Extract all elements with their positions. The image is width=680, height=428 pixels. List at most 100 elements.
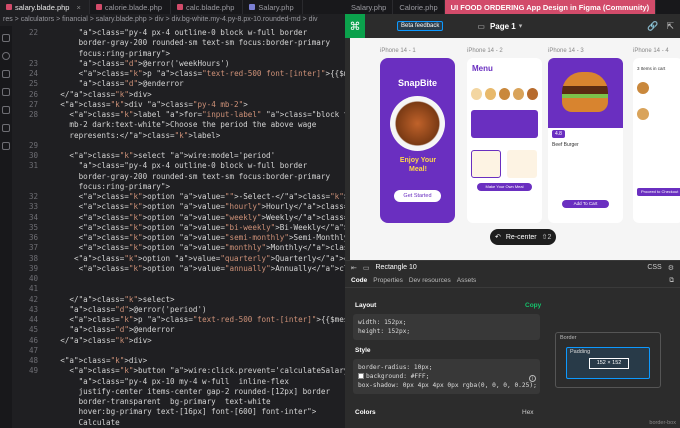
tab-dev-resources[interactable]: Dev resources [409,277,451,284]
run-debug-icon[interactable] [2,88,10,96]
frame-label[interactable]: iPhone 14 - 4 [633,48,669,54]
code-line[interactable]: <"a">class="k">option "a">value="weekly"… [42,213,345,223]
editor-tab-calc-blade[interactable]: calc.blade.php [171,0,244,14]
recenter-button[interactable]: ↶ Re-center ⇧2 [490,229,557,245]
code-line[interactable]: <"a">class="k">p "a">class="text-red-500… [42,69,345,79]
php-file-icon [249,4,256,10]
frame-label[interactable]: iPhone 14 - 3 [548,48,584,54]
figma-canvas[interactable]: iPhone 14 - 1 iPhone 14 - 2 iPhone 14 - … [350,38,680,260]
code-line[interactable]: focus:ring-primary"> [42,182,170,192]
code-line[interactable]: "a">class="d">@error('period') [42,305,206,315]
settings-icon[interactable]: ⚙ [668,264,674,272]
testing-icon[interactable] [2,142,10,150]
add-to-cart-button[interactable]: Add To Cart [562,200,609,208]
code-line[interactable]: "a">class="d">@enderror [42,79,184,89]
code-line[interactable]: <"a">class="k">select "a">wire:model='pe… [42,151,275,161]
product-name: Beef Burger [552,142,579,148]
code-line[interactable]: mb-2 dark:text-white">Choose the period … [42,120,316,130]
code-line[interactable]: <"a">class="k">option "a">value="annuall… [42,264,345,274]
frame-product[interactable]: 4.8 Beef Burger Add To Cart [548,58,623,223]
menu-title: Menu [472,64,493,73]
tab-calorie-php[interactable]: Calorie.php [393,0,445,14]
code-line[interactable]: <"a">class="k">option "a">value="semi-mo… [42,233,345,243]
frame-label[interactable]: iPhone 14 - 2 [467,48,503,54]
frame-splash[interactable]: SnapBite Enjoy Your Meal! Get Started [380,58,455,223]
format-select[interactable]: CSS [647,264,661,271]
plugin-icon[interactable]: ⧉ [669,277,674,285]
code-line[interactable]: "a">class="py-4 px-10 my-4 w-full inline… [42,377,289,387]
code-line[interactable]: <"a">class="k">option "a">value="">-Sele… [42,192,345,202]
info-icon[interactable]: i [529,375,536,382]
line-number: 30 [28,151,38,160]
code-line[interactable]: <"a">class="k">option "a">value="bi-week… [42,223,345,233]
recenter-shortcut: ⇧2 [541,234,552,241]
code-line[interactable]: "a">class="d">@enderror [42,325,174,335]
remote-icon[interactable] [2,124,10,132]
tab-properties[interactable]: Properties [373,277,403,284]
code-line[interactable]: <"a">class="k">label "a">for="input-labe… [42,110,345,120]
color-format-select[interactable]: Hex [522,409,534,416]
frame-label[interactable]: iPhone 14 - 1 [380,48,416,54]
editor-tab-salary-blade[interactable]: salary.blade.php × [0,0,90,14]
code-line[interactable]: represents:</"a">class="k">label> [42,131,220,141]
breadcrumb[interactable]: res > calculators > financial > salary.b… [0,14,345,26]
code-line[interactable]: </"a">class="k">div> [42,90,151,100]
close-icon[interactable]: × [76,3,80,12]
checkout-button[interactable]: Proceed to Checkout [637,188,680,196]
frame-cart[interactable]: 3 Items in cart Proceed to Checkout [633,58,680,223]
editor-tab-label: Salary.php [258,3,294,12]
style-code[interactable]: border-radius: 10px; background: #FFF; b… [353,359,540,394]
code-line[interactable]: <"a">class="k">p "a">class="text-red-500… [42,315,345,325]
explorer-icon[interactable] [2,34,10,42]
make-meal-button[interactable]: Make Your Own Meal [477,183,532,191]
code-line[interactable]: hover:bg-primary text-[16px] font-[600] … [42,407,317,417]
food-plate-image [390,96,445,151]
collapse-icon[interactable]: ⇤ [351,264,357,272]
editor-tab-salary-php[interactable]: Salary.php [243,0,303,14]
code-line[interactable]: <"a">class="k">div "a">class="py-4 mb-2"… [42,100,248,110]
chevron-down-icon[interactable]: ▾ [519,22,523,30]
tab-figma-file[interactable]: UI FOOD ORDERING App Design in Figma (Co… [444,0,657,14]
code-line[interactable]: <"a">class="k">button "a">wire:click.pre… [42,366,345,376]
box-model: Border Padding 152 × 152 [555,332,661,388]
code-line[interactable]: border-transparent bg-primary text-white [42,397,271,407]
line-number: 45 [28,325,38,335]
search-icon[interactable] [2,52,10,60]
beta-feedback-button[interactable]: Beta feedback [397,21,444,31]
line-number: 27 [28,99,38,109]
copy-button[interactable]: Copy [525,302,541,309]
code-line[interactable]: border-gray-200 rounded-sm text-sm focus… [42,38,330,48]
code-line[interactable]: <"a">class="k">option "a">value="quarter… [42,254,345,264]
tab-salary-php[interactable]: Salary.php [345,0,394,14]
tab-code[interactable]: Code [351,277,367,284]
code-line[interactable]: </"a">class="k">select> [42,295,174,305]
tab-assets[interactable]: Assets [457,277,477,284]
editor-tab-calorie-blade[interactable]: calorie.blade.php [90,0,172,14]
code-line[interactable]: "a">class="py-4 px-4 outline-0 block w-f… [42,161,308,171]
code-line[interactable]: justify-center items-center gap-2 rounde… [42,387,330,397]
code-line[interactable]: <"a">class="k">div> [42,356,147,366]
code-line[interactable]: border-gray-200 rounded-sm text-sm focus… [42,172,330,182]
frame-menu[interactable]: Menu Make Your Own Meal [467,58,542,223]
line-number-gutter: 22 23 24 25 26 27 28 29 30 31 32 33 34 35 36 37 38 39 40 41… [12,26,42,428]
code-area[interactable]: "a">class="py-4 px-4 outline-0 block w-f… [42,26,345,428]
code-line[interactable]: focus:ring-primary"> [42,49,170,59]
link-icon[interactable]: 🔗 [647,21,658,32]
external-icon[interactable]: ⇱ [666,21,674,32]
code-line[interactable]: Calculate [42,418,120,428]
page-selector[interactable]: Page 1 [490,22,516,31]
figma-menu-icon[interactable]: ⌘ [345,14,365,38]
code-line: height: 152px; [358,328,411,335]
food-card [471,150,501,178]
code-line[interactable]: "a">class="d">@error('weekHours') [42,59,230,69]
code-line[interactable]: <"a">class="k">option "a">value="hourly"… [42,202,345,212]
line-number: 33 [28,202,38,212]
get-started-button[interactable]: Get Started [394,190,441,202]
source-control-icon[interactable] [2,70,10,78]
extensions-icon[interactable] [2,106,10,114]
layout-code[interactable]: width: 152px; height: 152px; [353,314,540,340]
code-line[interactable]: "a">class="py-4 px-4 outline-0 block w-f… [42,28,308,38]
code-line[interactable]: <"a">class="k">option "a">value="monthly… [42,243,345,253]
code-line[interactable]: </"a">class="k">div> [42,336,151,346]
line-number: 49 [28,366,38,376]
